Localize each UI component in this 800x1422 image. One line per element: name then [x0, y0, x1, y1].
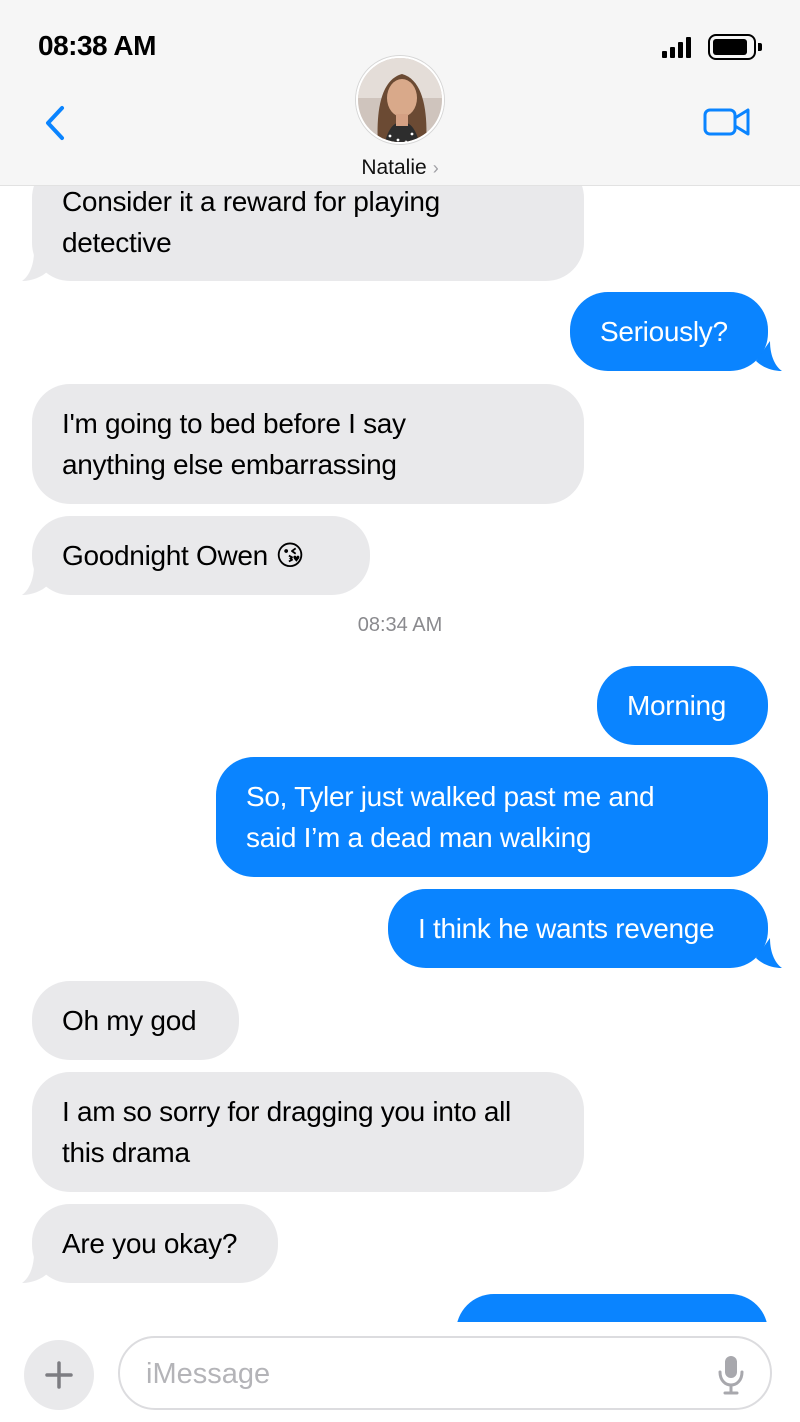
messages-screen: 08:38 AM Natalie › Consider it a reward … [0, 0, 800, 1422]
bubble-tail [22, 251, 48, 281]
message-bubble-incoming[interactable]: Goodnight Owen 😘 [22, 516, 370, 595]
message-bubble-incoming[interactable]: I am so sorry for dragging you into all t… [32, 1072, 584, 1192]
message-text: Oh my god [62, 1005, 197, 1036]
message-bubble-outgoing[interactable]: Morning [597, 666, 768, 745]
message-text: I am so sorry for dragging you into all t… [62, 1096, 511, 1168]
status-time: 08:38 AM [38, 30, 156, 61]
bubble-tail [756, 341, 782, 371]
message-text: Are you okay? [62, 1228, 238, 1259]
message-bubble-incoming[interactable]: Oh my god [32, 981, 239, 1060]
bubble-tail [22, 565, 48, 595]
back-button[interactable] [40, 104, 70, 144]
message-text: Goodnight Owen 😘 [62, 539, 305, 572]
apps-plus-button[interactable] [24, 1340, 94, 1410]
kiss-emoji: 😘 [275, 539, 305, 572]
imessage-field[interactable] [118, 1336, 772, 1410]
battery-icon [708, 34, 762, 60]
chevron-right-icon: › [432, 158, 439, 178]
message-text: Seriously? [600, 316, 728, 347]
composer-bar [0, 1322, 800, 1422]
contact-name[interactable]: Natalie › [0, 156, 800, 180]
message-timestamp: 08:34 AM [357, 614, 443, 636]
chevron-left-icon [46, 106, 64, 140]
microphone-icon [718, 1356, 744, 1395]
contact-avatar[interactable] [356, 56, 444, 144]
message-bubble-incoming[interactable]: Are you okay? [22, 1204, 278, 1283]
message-bubble-incoming[interactable]: I'm going to bed before I say anything el… [32, 384, 584, 504]
facetime-video-button[interactable] [702, 104, 752, 140]
conversation-header: 08:38 AM Natalie › [0, 0, 800, 186]
message-text: I think he wants revenge [418, 913, 715, 944]
bubble-tail [22, 1253, 48, 1283]
message-bubble-outgoing[interactable]: So, Tyler just walked past me and said I’… [216, 757, 768, 877]
signal-icon [662, 36, 692, 58]
message-text: Consider it a reward for playing detectiv… [62, 186, 440, 258]
message-bubble-outgoing[interactable]: Seriously? [570, 292, 782, 371]
dictation-button[interactable] [716, 1354, 746, 1396]
bubble-tail [756, 938, 782, 968]
contact-name-label: Natalie [361, 156, 427, 179]
message-input[interactable] [146, 1350, 686, 1398]
plus-icon [45, 1361, 73, 1389]
message-text: So, Tyler just walked past me and said I’… [246, 781, 655, 853]
message-text: I'm going to bed before I say anything el… [62, 408, 406, 480]
message-bubble-outgoing[interactable]: I think he wants revenge [388, 889, 782, 968]
video-camera-icon [703, 108, 750, 136]
message-text: Morning [627, 690, 727, 721]
